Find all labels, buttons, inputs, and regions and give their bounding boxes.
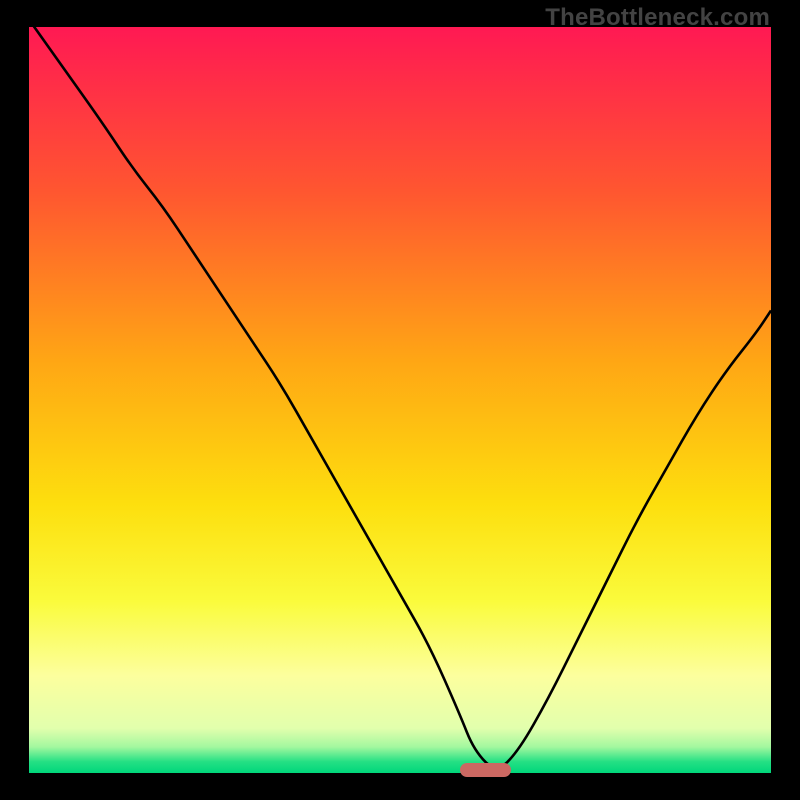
optimal-marker bbox=[460, 763, 510, 776]
chart-container: TheBottleneck.com bbox=[0, 0, 800, 800]
watermark-text: TheBottleneck.com bbox=[545, 4, 770, 32]
plot-area bbox=[29, 27, 771, 773]
bottleneck-curve bbox=[29, 27, 771, 773]
